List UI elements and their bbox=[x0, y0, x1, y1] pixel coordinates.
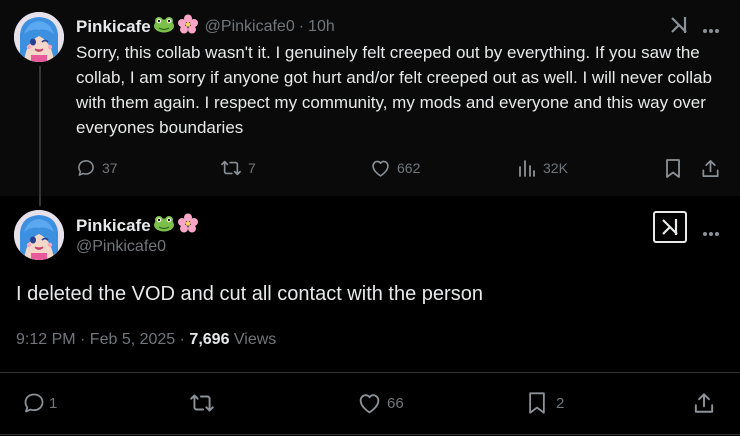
reply-count: 1 bbox=[49, 394, 58, 412]
reply-button[interactable]: 37 bbox=[76, 158, 118, 178]
bookmark-count: 2 bbox=[556, 394, 565, 412]
repost-icon bbox=[190, 394, 214, 412]
handle[interactable]: @Pinkicafe0 bbox=[76, 238, 166, 256]
display-name[interactable]: Pinkicafe bbox=[76, 17, 151, 37]
thread-line bbox=[39, 66, 41, 206]
like-count: 66 bbox=[387, 394, 404, 412]
repost-button[interactable]: 7 bbox=[220, 158, 256, 178]
avatar[interactable] bbox=[14, 210, 64, 260]
views-icon bbox=[519, 160, 535, 177]
like-button[interactable]: 662 bbox=[370, 158, 420, 178]
handle[interactable]: @Pinkicafe0 bbox=[205, 18, 295, 36]
share-button[interactable] bbox=[692, 391, 716, 415]
grok-icon[interactable] bbox=[668, 14, 690, 41]
tweet-meta: 9:12 PM · Feb 5, 2025 · 7,696 Views bbox=[16, 331, 276, 349]
avatar-image bbox=[14, 12, 64, 62]
divider bbox=[0, 372, 740, 373]
divider bbox=[0, 434, 740, 435]
like-icon bbox=[359, 394, 380, 414]
parent-tweet[interactable]: Pinkicafe @Pinkicafe0 · 10h Sorry, this … bbox=[0, 0, 740, 196]
cherry-blossom-emoji bbox=[177, 213, 199, 238]
like-count: 662 bbox=[397, 160, 421, 176]
share-icon bbox=[694, 393, 714, 413]
grok-button[interactable] bbox=[653, 211, 687, 243]
views-count: 32K bbox=[543, 160, 568, 176]
views-count: 7,696 bbox=[189, 331, 230, 348]
timestamp[interactable]: 10h bbox=[308, 18, 335, 36]
like-icon bbox=[372, 160, 389, 177]
bookmark-icon bbox=[666, 159, 680, 178]
grok-icon bbox=[662, 219, 678, 235]
bookmark-button[interactable] bbox=[664, 158, 682, 179]
views-button[interactable]: 32K bbox=[517, 158, 568, 178]
share-button[interactable] bbox=[700, 158, 721, 179]
more-icon[interactable] bbox=[702, 224, 720, 242]
reply-icon bbox=[78, 160, 94, 176]
frog-emoji bbox=[153, 214, 175, 237]
timestamp[interactable]: 9:12 PM · Feb 5, 2025 · bbox=[16, 331, 189, 348]
repost-button[interactable] bbox=[189, 391, 221, 415]
views-label: Views bbox=[229, 331, 277, 348]
frog-emoji bbox=[153, 15, 175, 38]
reply-button[interactable]: 1 bbox=[22, 391, 57, 415]
like-button[interactable]: 66 bbox=[357, 391, 404, 415]
repost-icon bbox=[221, 160, 241, 176]
avatar[interactable] bbox=[14, 12, 64, 62]
cherry-blossom-emoji bbox=[177, 14, 199, 39]
more-icon[interactable] bbox=[702, 21, 720, 39]
bookmark-button[interactable]: 2 bbox=[526, 391, 564, 415]
tweet-text: Sorry, this collab wasn't it. I genuinel… bbox=[76, 43, 712, 137]
share-icon bbox=[702, 160, 719, 177]
display-name[interactable]: Pinkicafe bbox=[76, 216, 151, 236]
repost-count: 7 bbox=[248, 160, 256, 176]
bookmark-icon bbox=[529, 392, 545, 414]
reply-icon bbox=[24, 393, 44, 413]
separator-dot: · bbox=[298, 17, 305, 35]
reply-count: 37 bbox=[102, 160, 118, 176]
avatar-image bbox=[14, 210, 64, 260]
tweet-text: I deleted the VOD and cut all contact wi… bbox=[16, 283, 483, 305]
